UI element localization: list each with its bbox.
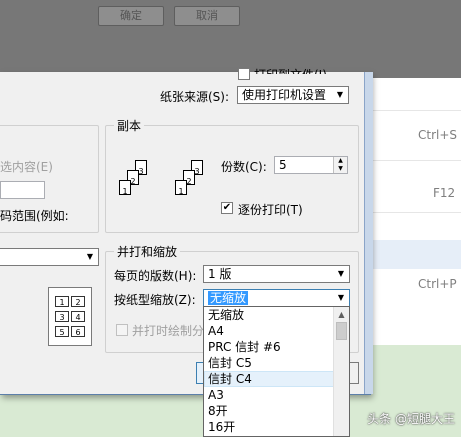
dropdown-option[interactable]: 无缩放 — [204, 307, 334, 323]
scale-to-paper-value: 无缩放 — [208, 291, 249, 305]
scroll-up-icon[interactable]: ▲ — [334, 307, 349, 322]
watermark-text: 头条 @短腿大王 — [367, 412, 455, 426]
shortcut-save: Ctrl+S — [418, 128, 458, 142]
divider — [370, 212, 461, 213]
collate-preview-icon: 3 2 1 — [117, 160, 157, 210]
shortcut-print: Ctrl+P — [418, 277, 457, 291]
paper-source-label: 纸张来源(S): — [160, 90, 230, 104]
scrollbar-thumb[interactable] — [336, 322, 347, 340]
dropdown-option[interactable]: 信封 C5 — [204, 355, 349, 371]
spin-up-icon[interactable]: ▲ — [334, 157, 347, 165]
copies-label: 份数(C): — [221, 160, 267, 174]
background-dialog-overlay: 确定 取消 — [0, 0, 461, 78]
highlighted-menu-row[interactable] — [370, 240, 461, 269]
print-to-file-label: 打印到文件(I) — [254, 66, 327, 74]
print-draw-label: 并打时绘制分 — [132, 324, 204, 338]
dialog-border — [364, 72, 373, 394]
chevron-down-icon: ▼ — [86, 252, 94, 261]
pages-per-sheet-value: 1 版 — [208, 267, 232, 281]
copies-input[interactable]: 5 ▲ ▼ — [274, 156, 348, 174]
print-to-file-checkbox[interactable] — [238, 68, 250, 80]
print-what-select[interactable]: ▼ — [0, 248, 99, 266]
cancel-button[interactable]: 取消 — [174, 6, 240, 26]
collate-preview-icon-2: 3 2 1 — [173, 160, 213, 210]
copies-value: 5 — [279, 158, 287, 172]
dropdown-option-hovered[interactable]: 信封 C4 — [204, 371, 335, 387]
dropdown-option[interactable]: A3 — [204, 387, 349, 403]
page-range-hint: 码范围(例如: — [0, 209, 69, 223]
collate-checkbox[interactable]: ✔ — [221, 202, 233, 214]
scale-dropdown-list[interactable]: 无缩放 A4 PRC 信封 #6 信封 C5 信封 C4 A3 8开 16开 ▲ — [203, 306, 350, 437]
chevron-down-icon: ▼ — [336, 90, 344, 99]
collate-label: 逐份打印(T) — [238, 203, 303, 217]
copies-spinner[interactable]: ▲ ▼ — [333, 157, 347, 173]
chevron-down-icon: ▼ — [337, 293, 345, 302]
zoom-group-title: 并打和缩放 — [114, 243, 181, 260]
scale-to-paper-select[interactable]: 无缩放 ▼ — [203, 289, 350, 307]
dropdown-option[interactable]: A4 — [204, 323, 349, 339]
chevron-down-icon: ▼ — [337, 269, 345, 278]
shortcut-save-as: F12 — [433, 186, 456, 200]
dropdown-scrollbar[interactable]: ▲ — [333, 307, 349, 436]
spin-down-icon[interactable]: ▼ — [334, 165, 347, 173]
print-draw-checkbox[interactable] — [116, 324, 128, 336]
divider — [370, 110, 461, 111]
selection-content-label: 选内容(E) — [0, 160, 53, 174]
paper-source-select[interactable]: 使用打印机设置 ▼ — [237, 86, 349, 104]
dropdown-option[interactable]: 8开 — [204, 403, 349, 419]
dialog-close-button[interactable] — [349, 362, 359, 384]
ok-button[interactable]: 确定 — [98, 6, 164, 26]
dropdown-option[interactable]: 16开 — [204, 419, 349, 435]
copies-group-title: 副本 — [114, 117, 145, 134]
dropdown-option[interactable]: PRC 信封 #6 — [204, 339, 349, 355]
divider — [370, 160, 461, 161]
page-range-input[interactable] — [0, 181, 45, 199]
pages-per-sheet-preview: 1 2 3 4 5 6 — [48, 287, 92, 346]
paper-source-value: 使用打印机设置 — [242, 88, 327, 102]
pages-per-sheet-select[interactable]: 1 版 ▼ — [203, 265, 350, 283]
pages-per-sheet-label: 每页的版数(H): — [114, 269, 197, 283]
scale-to-paper-label: 按纸型缩放(Z): — [114, 293, 196, 307]
